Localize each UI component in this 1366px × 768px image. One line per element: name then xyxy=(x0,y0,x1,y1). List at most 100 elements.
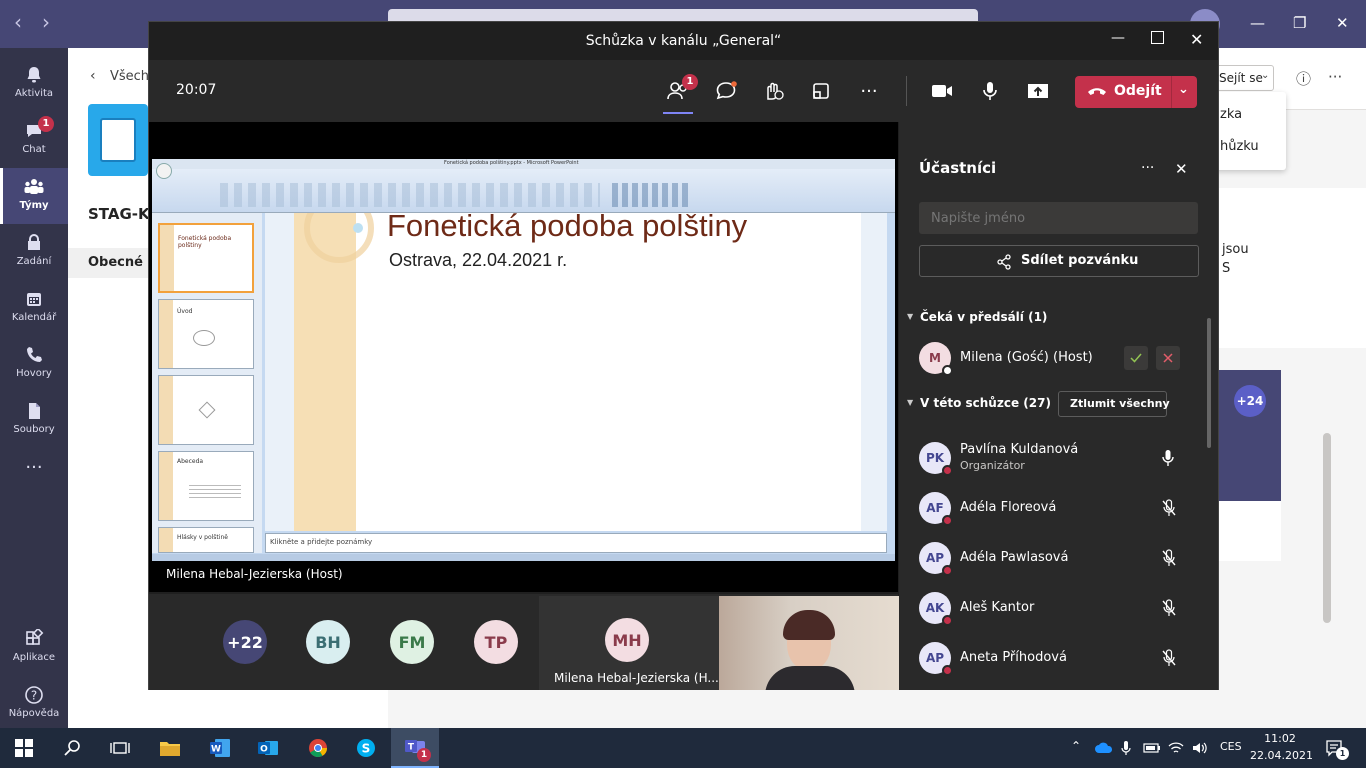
close-panel-icon[interactable]: ✕ xyxy=(1175,160,1188,178)
participant-row[interactable]: AP Aneta Příhodová xyxy=(919,638,1189,682)
participants-button[interactable]: 1 xyxy=(661,74,698,114)
more-actions-button[interactable]: ··· xyxy=(852,74,886,108)
file-explorer-button[interactable] xyxy=(146,728,194,768)
chat-button[interactable] xyxy=(709,74,743,108)
rail-label: Týmy xyxy=(19,200,49,211)
rail-label: Nápověda xyxy=(8,708,60,719)
admit-button[interactable] xyxy=(1124,346,1148,370)
participant-tile-bh[interactable]: BH xyxy=(306,620,350,664)
input-language[interactable]: CES xyxy=(1220,740,1242,753)
post-text: S xyxy=(1222,261,1231,276)
back-arrow-icon[interactable]: ‹ xyxy=(14,10,22,34)
shared-screen: Fonetická podoba polštiny.pptx - Microso… xyxy=(149,122,898,592)
rail-item-calls[interactable]: Hovory xyxy=(0,336,68,392)
wifi-icon[interactable] xyxy=(1168,740,1184,756)
apps-icon xyxy=(22,628,46,650)
search-participants-input[interactable] xyxy=(919,202,1198,234)
meeting-card[interactable]: +24 xyxy=(1219,370,1281,501)
rail-item-chat[interactable]: Chat 1 xyxy=(0,112,68,168)
onedrive-icon[interactable] xyxy=(1094,742,1114,754)
collapse-chevron-icon[interactable]: ▼ xyxy=(907,398,913,407)
rail-item-assignments[interactable]: Zadání xyxy=(0,224,68,280)
more-options-icon[interactable]: ··· xyxy=(1328,68,1342,86)
clock-time[interactable]: 11:02 xyxy=(1252,732,1308,745)
panel-scrollbar[interactable] xyxy=(1207,318,1211,448)
windows-icon xyxy=(15,739,33,757)
slide-thumbnail[interactable]: Úvod xyxy=(158,299,254,369)
menu-item[interactable]: hůzku xyxy=(1220,139,1259,154)
participant-row[interactable]: AP Adéla Pawlasová xyxy=(919,538,1189,582)
rail-label: Chat xyxy=(22,144,46,155)
skype-button[interactable]: S xyxy=(342,728,390,768)
start-button[interactable] xyxy=(0,728,48,768)
all-teams-link[interactable]: Všech xyxy=(110,69,149,84)
participant-tile-tp[interactable]: TP xyxy=(474,620,518,664)
share-invite-button[interactable]: Sdílet pozvánku xyxy=(919,245,1199,277)
chevron-down-icon: ⌄ xyxy=(1261,70,1270,81)
forward-arrow-icon[interactable]: › xyxy=(42,10,50,34)
minimize-icon[interactable]: — xyxy=(1111,30,1125,46)
slide-thumbnail[interactable]: Fonetická podoba polštiny xyxy=(158,223,254,293)
mic-off-icon[interactable] xyxy=(1161,499,1177,517)
maximize-icon[interactable] xyxy=(1151,31,1164,44)
notes-hint: Klikněte a přidejte poznámky xyxy=(270,538,373,546)
slide-thumbnail[interactable]: Abeceda xyxy=(158,451,254,521)
tray-overflow-icon[interactable]: ⌃ xyxy=(1071,739,1081,753)
more-options-icon[interactable]: ··· xyxy=(1141,160,1154,176)
teams-taskbar-button[interactable]: T 1 xyxy=(391,728,439,768)
word-button[interactable]: W xyxy=(196,728,244,768)
clock-date[interactable]: 22.04.2021 xyxy=(1250,749,1313,762)
participant-row[interactable]: AK Aleš Kantor xyxy=(919,588,1189,632)
slide-thumbnail[interactable]: Hlásky v polštině xyxy=(158,527,254,553)
task-view-button[interactable] xyxy=(96,728,144,768)
mic-off-icon[interactable] xyxy=(1161,599,1177,617)
search-button[interactable] xyxy=(48,728,96,768)
back-chevron-icon[interactable]: ‹ xyxy=(90,68,96,84)
camera-button[interactable] xyxy=(925,74,959,108)
notification-count: 1 xyxy=(1336,747,1349,760)
volume-icon[interactable] xyxy=(1191,740,1209,756)
lobby-participant[interactable]: M Milena (Gość) (Host) xyxy=(919,338,1189,382)
deny-button[interactable] xyxy=(1156,346,1180,370)
tray-mic-icon[interactable] xyxy=(1120,740,1132,756)
collapse-chevron-icon[interactable]: ▼ xyxy=(907,312,913,321)
mute-all-label: Ztlumit všechny xyxy=(1070,397,1170,410)
chevron-down-icon[interactable]: ⌄ xyxy=(1178,82,1189,97)
close-icon[interactable]: ✕ xyxy=(1190,30,1203,49)
participant-tile-fm[interactable]: FM xyxy=(390,620,434,664)
mic-off-icon[interactable] xyxy=(1161,549,1177,567)
rail-item-calendar[interactable]: Kalendář xyxy=(0,280,68,336)
rail-item-files[interactable]: Soubory xyxy=(0,392,68,448)
battery-icon[interactable] xyxy=(1143,742,1161,754)
info-icon[interactable]: ⓘ xyxy=(1296,68,1311,89)
rail-item-activity[interactable]: Aktivita xyxy=(0,56,68,112)
rail-item-teams[interactable]: Týmy xyxy=(0,168,68,224)
mic-button[interactable] xyxy=(973,74,1007,108)
participant-tile-mh[interactable]: MH Milena Hebal-Jezierska (H... xyxy=(539,596,719,690)
share-screen-button[interactable] xyxy=(1021,74,1055,108)
current-slide[interactable]: Fonetická podoba polštiny Ostrava, 22.04… xyxy=(294,213,861,531)
video-feed[interactable] xyxy=(719,596,899,690)
mic-on-icon[interactable] xyxy=(1161,449,1175,467)
rail-item-help[interactable]: ? Nápověda xyxy=(0,676,68,732)
participant-row[interactable]: AF Adéla Floreová xyxy=(919,488,1189,532)
leave-button[interactable]: Odejít ⌄ xyxy=(1075,76,1197,108)
minimize-icon[interactable]: — xyxy=(1250,14,1265,32)
close-window-icon[interactable]: ✕ xyxy=(1336,14,1349,32)
participant-row[interactable]: PK Pavlína Kuldanová Organizátor xyxy=(919,438,1189,482)
menu-item[interactable]: zka xyxy=(1220,107,1242,122)
slide-subtitle: Ostrava, 22.04.2021 r. xyxy=(389,250,568,270)
restore-icon[interactable]: ❐ xyxy=(1293,14,1306,32)
mic-off-icon[interactable] xyxy=(1161,649,1177,667)
scrollbar[interactable] xyxy=(1323,433,1331,623)
overflow-participants[interactable]: +22 xyxy=(223,620,267,664)
rail-item-apps[interactable]: Aplikace xyxy=(0,620,68,676)
slide-thumbnail[interactable] xyxy=(158,375,254,445)
reactions-button[interactable] xyxy=(756,74,790,108)
chrome-button[interactable] xyxy=(294,728,342,768)
notes-pane[interactable]: Klikněte a přidejte poznámky xyxy=(265,533,887,553)
rooms-button[interactable] xyxy=(804,74,838,108)
outlook-button[interactable]: O xyxy=(244,728,292,768)
mute-all-button[interactable]: Ztlumit všechny xyxy=(1058,391,1170,417)
rail-more-button[interactable]: ··· xyxy=(0,448,68,504)
